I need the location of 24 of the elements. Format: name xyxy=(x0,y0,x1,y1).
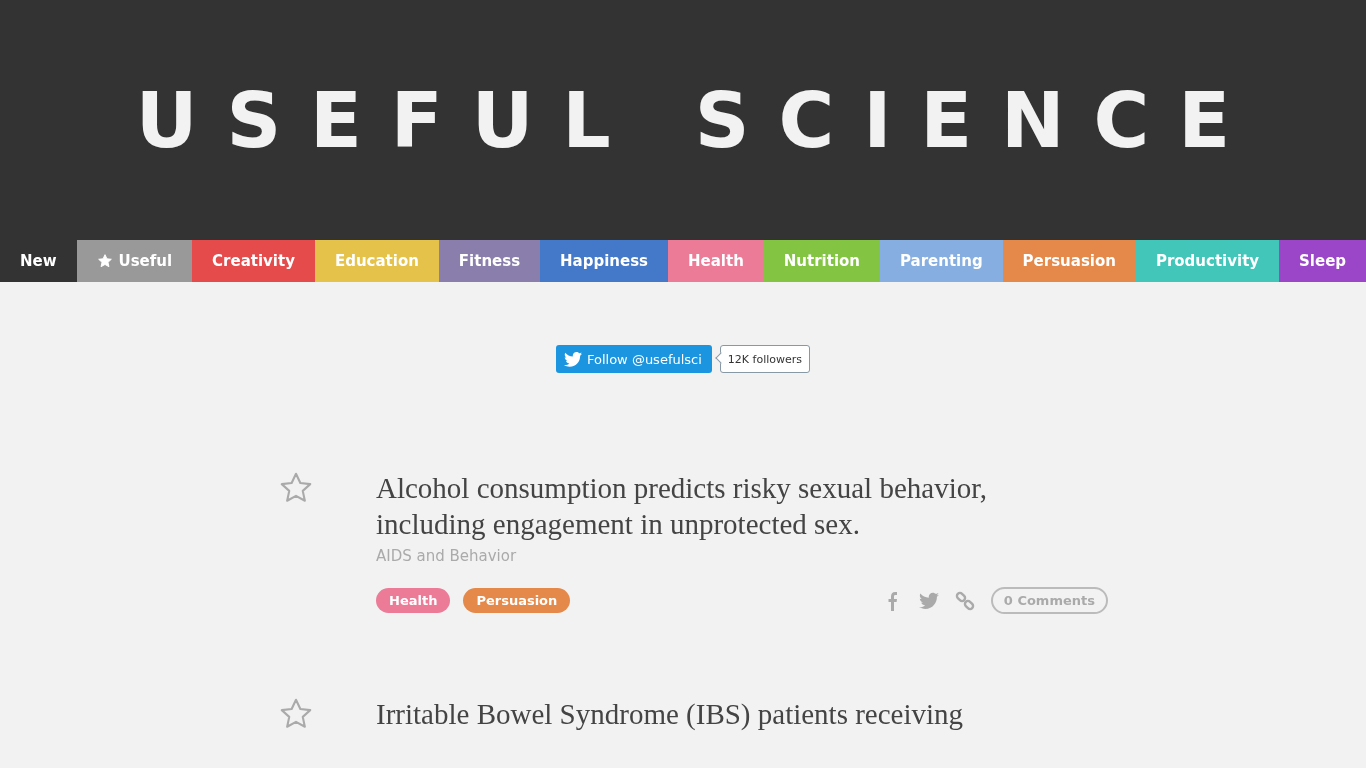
article-title[interactable]: Irritable Bowel Syndrome (IBS) patients receiving xyxy=(376,696,1036,732)
bird-icon xyxy=(563,351,582,367)
comments-button[interactable]: 0 Comments xyxy=(990,587,1108,614)
category-tab[interactable]: Sleep xyxy=(1279,240,1366,282)
category-tab[interactable]: Parenting xyxy=(880,240,1003,282)
category-tab[interactable]: Happiness xyxy=(540,240,669,282)
category-tab[interactable]: Creativity xyxy=(192,240,315,282)
category-tag[interactable]: Health xyxy=(376,588,451,613)
category-tab[interactable]: Persuasion xyxy=(1002,240,1136,282)
article-source: AIDS and Behavior xyxy=(376,547,518,565)
category-tab[interactable]: Health xyxy=(668,240,764,282)
category-tab[interactable]: Useful xyxy=(76,240,193,282)
category-tab[interactable]: Education xyxy=(314,240,439,282)
category-tab[interactable]: Nutrition xyxy=(763,240,880,282)
article-title[interactable]: Alcohol consumption predicts risky sexual behavior, including engagement in unprotected sex. xyxy=(376,470,1036,542)
star-icon[interactable] xyxy=(96,253,113,269)
category-tab[interactable]: New xyxy=(0,240,77,282)
follow-button[interactable]: Follow @usefulsci xyxy=(555,345,712,373)
bird-icon[interactable] xyxy=(918,590,939,611)
category-tab[interactable]: Fitness xyxy=(438,240,541,282)
link-icon[interactable] xyxy=(954,590,975,611)
follower-count: 12K followers xyxy=(719,345,811,373)
category-tab[interactable]: Productivity xyxy=(1135,240,1280,282)
category-tag[interactable]: Persuasion xyxy=(463,588,571,613)
